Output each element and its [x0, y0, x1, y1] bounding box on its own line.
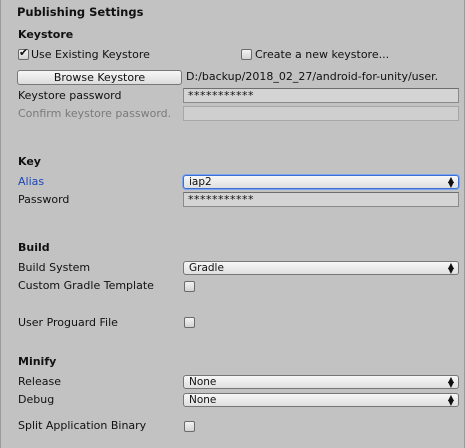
release-value: None	[189, 376, 217, 388]
build-system-value: Gradle	[189, 262, 224, 274]
browse-keystore-button[interactable]: Browse Keystore	[17, 70, 182, 85]
confirm-keystore-password-label: Confirm keystore password.	[18, 107, 172, 120]
split-application-binary-checkbox[interactable]	[184, 421, 195, 432]
keystore-heading: Keystore	[18, 28, 74, 41]
debug-dropdown[interactable]: None ▲ ▼	[183, 393, 459, 407]
custom-gradle-template-label: Custom Gradle Template	[18, 279, 154, 292]
create-new-keystore-checkbox[interactable]	[241, 49, 252, 60]
dropdown-arrows-icon: ▲ ▼	[447, 175, 454, 189]
key-password-label: Password	[18, 193, 70, 206]
use-existing-keystore-checkbox[interactable]: ✔	[18, 46, 29, 60]
split-application-binary-label: Split Application Binary	[18, 419, 147, 432]
keystore-password-field[interactable]: ***********	[183, 88, 459, 103]
publishing-settings-panel: Publishing Settings Keystore ✔ Use Exist…	[0, 0, 465, 448]
check-icon: ✔	[19, 46, 29, 59]
create-new-keystore-label[interactable]: Create a new keystore...	[255, 48, 389, 61]
alias-value: iap2	[189, 176, 212, 188]
dropdown-arrows-icon: ▲ ▼	[447, 375, 454, 389]
key-heading: Key	[18, 155, 41, 168]
alias-dropdown[interactable]: iap2 ▲ ▼	[183, 175, 459, 189]
minify-heading: Minify	[18, 355, 57, 368]
keystore-path: D:/backup/2018_02_27/android-for-unity/u…	[186, 70, 439, 83]
build-heading: Build	[18, 241, 50, 254]
dropdown-arrows-icon: ▲ ▼	[447, 393, 454, 407]
keystore-password-label: Keystore password	[18, 89, 122, 102]
build-system-label: Build System	[18, 261, 91, 274]
debug-label: Debug	[18, 393, 55, 406]
key-password-field[interactable]: ***********	[183, 192, 459, 207]
confirm-keystore-password-field[interactable]	[183, 106, 459, 121]
user-proguard-file-checkbox[interactable]	[184, 317, 195, 328]
alias-label: Alias	[18, 175, 45, 188]
build-system-dropdown[interactable]: Gradle ▲ ▼	[183, 261, 459, 275]
debug-value: None	[189, 394, 217, 406]
section-title: Publishing Settings	[17, 5, 144, 19]
dropdown-arrows-icon: ▲ ▼	[447, 261, 454, 275]
custom-gradle-template-checkbox[interactable]	[184, 281, 195, 292]
release-dropdown[interactable]: None ▲ ▼	[183, 375, 459, 389]
user-proguard-file-label: User Proguard File	[18, 316, 118, 329]
use-existing-keystore-label[interactable]: Use Existing Keystore	[31, 48, 150, 61]
release-label: Release	[18, 375, 61, 388]
